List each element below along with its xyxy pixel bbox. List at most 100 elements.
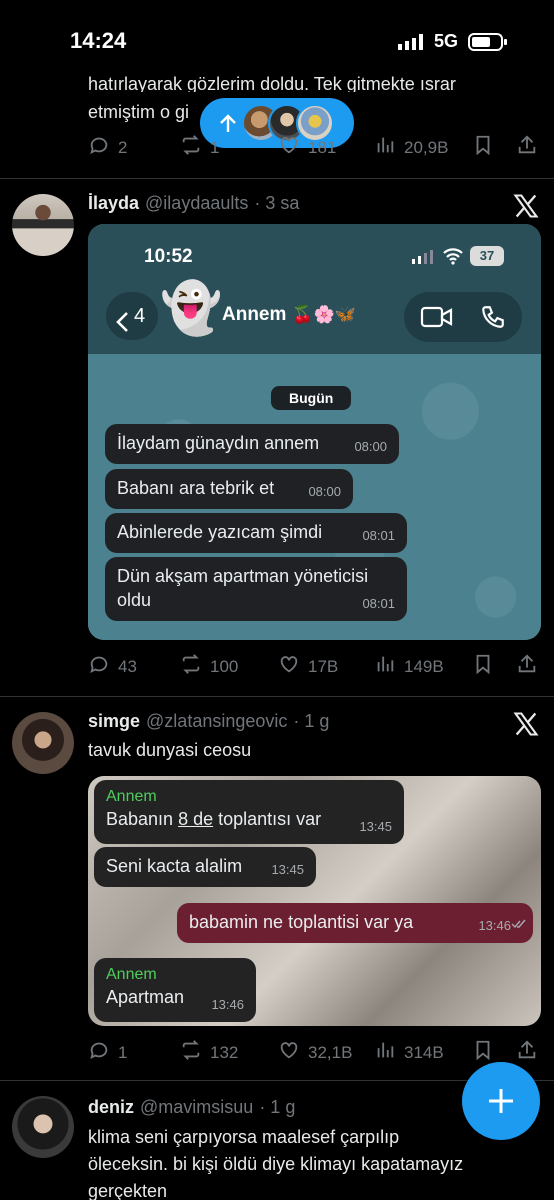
share-action[interactable]: [516, 134, 538, 161]
post-header: deniz @mavimsisuu · 1 g: [88, 1097, 295, 1118]
post-header: simge @zlatansingeovic · 1 g: [88, 711, 329, 732]
status-time: 14:24: [70, 28, 127, 53]
battery-icon: [468, 32, 508, 52]
sender-name: Annem: [106, 966, 157, 983]
contact-name: Annem: [222, 304, 287, 325]
display-name[interactable]: deniz: [88, 1097, 134, 1118]
share-icon: [516, 1039, 538, 1066]
message-time: 08:01: [362, 596, 395, 611]
compose-plus-icon: [487, 1087, 515, 1120]
views-action[interactable]: 149B: [374, 653, 444, 680]
chevron-left-icon: [114, 304, 130, 352]
chat-message: İlaydam günaydın annem 08:00: [105, 424, 399, 464]
views-icon: [374, 134, 396, 161]
message-text-part: toplantısı var: [213, 809, 322, 829]
repost-action[interactable]: 1: [180, 134, 219, 161]
chat-message: Annem Babanın 8 de toplantısı var 13:45: [94, 780, 404, 844]
like-count: 181: [308, 137, 337, 157]
views-count: 20,9B: [404, 137, 449, 157]
x-logo-icon[interactable]: [512, 192, 540, 220]
display-name[interactable]: İlayda: [88, 193, 139, 214]
chat-message: Dün akşam apartman yöneticisi oldu 08:01: [105, 557, 407, 621]
repost-count: 100: [210, 656, 239, 676]
like-action[interactable]: 181: [278, 134, 336, 161]
post-text-line: hatırlayarak gözlerim doldu. Tek gitmekt…: [88, 74, 456, 92]
post-text-line: etmiştim o gi: [88, 102, 190, 122]
contact-avatar-ghost: 👻: [160, 280, 223, 336]
post-image[interactable]: Annem Babanın 8 de toplantısı var 13:45 …: [88, 776, 541, 1026]
share-action[interactable]: [516, 653, 538, 680]
network-label: 5G: [434, 31, 459, 51]
arrow-up-icon: [218, 112, 238, 134]
repost-count: 132: [210, 1042, 239, 1062]
image-back-button: 4: [106, 292, 158, 340]
reply-icon: [88, 1039, 110, 1066]
like-icon: [278, 1039, 300, 1066]
share-icon: [516, 653, 538, 680]
avatar[interactable]: [12, 1096, 74, 1158]
message-text-underlined: 8 de: [178, 809, 214, 829]
compose-button[interactable]: [462, 1062, 540, 1140]
sender-name: Annem: [106, 788, 157, 805]
image-battery: 37: [470, 246, 504, 266]
message-text: İlaydam günaydın annem: [117, 433, 320, 453]
back-count: 4: [134, 305, 146, 327]
chat-message: Annem Apartman 13:46: [94, 958, 256, 1022]
bookmark-icon: [472, 653, 494, 680]
user-handle[interactable]: @ilaydaaults: [145, 193, 248, 214]
reply-count: 2: [118, 137, 128, 157]
views-count: 149B: [404, 656, 444, 676]
bookmark-action[interactable]: [472, 653, 494, 680]
like-action[interactable]: 32,1B: [278, 1039, 352, 1066]
post-header: İlayda @ilaydaaults · 3 sa: [88, 193, 299, 214]
image-clock: 10:52: [144, 246, 193, 267]
bookmark-action[interactable]: [472, 134, 494, 161]
user-handle[interactable]: @zlatansingeovic: [146, 711, 287, 732]
reply-action[interactable]: 1: [88, 1039, 127, 1066]
views-action[interactable]: 314B: [374, 1039, 444, 1066]
message-text: Babanı ara tebrik et: [117, 478, 275, 498]
chat-message: Abinlerede yazıcam şimdi 08:01: [105, 513, 407, 553]
post-image[interactable]: 10:52 37 4 👻 Annem 🍒🌸🦋 Bugün İlaydam gün…: [88, 224, 541, 640]
reply-action[interactable]: 43: [88, 653, 137, 680]
bookmark-action[interactable]: [472, 1039, 494, 1066]
message-time: 13:45: [271, 862, 304, 877]
post-text-line: klima seni çarpıyorsa maalesef çarpılıp: [88, 1127, 400, 1147]
user-handle[interactable]: @mavimsisuu: [140, 1097, 253, 1118]
message-text: Abinlerede yazıcam şimdi: [117, 522, 323, 542]
divider: [0, 178, 554, 179]
message-time: 08:00: [308, 484, 341, 499]
avatar[interactable]: [12, 712, 74, 774]
views-action[interactable]: 20,9B: [374, 134, 448, 161]
like-action[interactable]: 17B: [278, 653, 338, 680]
views-icon: [374, 653, 396, 680]
phone-call-icon: [480, 304, 506, 335]
repost-icon: [180, 134, 202, 161]
display-name[interactable]: simge: [88, 711, 140, 732]
message-text-part: Babanın: [106, 809, 179, 829]
bookmark-icon: [472, 134, 494, 161]
reply-action[interactable]: 2: [88, 134, 127, 161]
views-count: 314B: [404, 1042, 444, 1062]
message-text: Babanın 8 de toplantısı var: [106, 807, 392, 831]
message-text: oldu: [117, 590, 152, 610]
avatar[interactable]: [12, 194, 74, 256]
share-action[interactable]: [516, 1039, 538, 1066]
repost-action[interactable]: 100: [180, 653, 238, 680]
contact-name-row: Annem 🍒🌸🦋: [222, 304, 356, 326]
video-call-icon: [420, 305, 454, 334]
post-text-line: öleceksin. bi kişi öldü diye klimayı kap…: [88, 1154, 464, 1174]
message-time: 13:45: [359, 819, 392, 834]
message-text: babamin ne toplantisi var ya: [189, 912, 414, 932]
share-icon: [516, 134, 538, 161]
chat-message: Babanı ara tebrik et 08:00: [105, 469, 353, 509]
reply-count: 43: [118, 656, 137, 676]
x-logo-icon[interactable]: [512, 710, 540, 738]
repost-action[interactable]: 132: [180, 1039, 238, 1066]
message-time: 13:46: [478, 914, 511, 938]
message-text: Dün akşam apartman yöneticisi: [117, 566, 369, 586]
repost-icon: [180, 1039, 202, 1066]
message-text: Seni kacta alalim: [106, 856, 243, 876]
post-text-line: gerçekten: [88, 1181, 168, 1200]
repost-icon: [180, 653, 202, 680]
